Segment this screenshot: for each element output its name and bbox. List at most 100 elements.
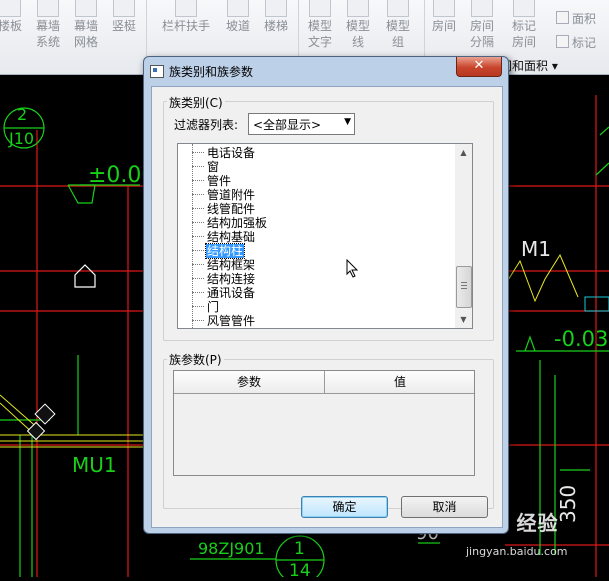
tree-connector xyxy=(192,222,204,223)
family-category-group-label: 族类别(C) xyxy=(167,94,225,111)
filter-list-dropdown[interactable]: <全部显示> ▼ xyxy=(248,113,355,135)
grid-bubble-number: 2 xyxy=(17,105,28,124)
tree-connector xyxy=(192,180,204,181)
filter-list-value: <全部显示> xyxy=(253,118,322,132)
list-item-label: 通讯设备 xyxy=(207,286,256,300)
family-category-list-viewport: 电话设备窗管件 管道附件 线管配件 结构加强板 结构基础 结构柱 结构框架 结构连接 通讯设备门… xyxy=(178,144,455,328)
mullion-icon xyxy=(113,0,135,17)
dialog-client-area: 族类别(C) 过滤器列表: <全部显示> ▼ 电话设备窗管件 管道附件 线管配件 结构… xyxy=(151,86,503,528)
tree-connector xyxy=(192,166,204,167)
ribbon-tag-room-button[interactable]: 标记 房间 xyxy=(504,0,544,50)
column-header-value[interactable]: 值 xyxy=(324,371,475,393)
list-item[interactable]: 门 xyxy=(192,300,220,314)
list-item-label: 结构加强板 xyxy=(207,216,268,230)
scrollbar-thumb[interactable] xyxy=(456,266,472,308)
watermark-url: jingyan.baidu.com xyxy=(466,545,568,558)
curtain-system-icon xyxy=(37,0,59,17)
ribbon-curtain-system-button[interactable]: 幕墙 系统 xyxy=(28,0,68,50)
cancel-button[interactable]: 取消 xyxy=(401,496,488,518)
list-item-label: 线管配件 xyxy=(207,202,256,216)
dialog-title: 族类别和族参数 xyxy=(169,65,254,79)
tree-connector xyxy=(192,278,204,279)
dimension-350: 350 xyxy=(556,484,580,523)
ribbon-floor-button[interactable]: 楼板 xyxy=(0,0,30,34)
tree-connector xyxy=(192,236,204,237)
scroll-up-arrow-icon[interactable]: ▲ xyxy=(455,144,472,161)
railing-icon xyxy=(175,0,197,17)
ribbon-model-group-button[interactable]: 模型 组 xyxy=(378,0,418,50)
grip-icon xyxy=(461,285,467,286)
list-item[interactable]: 风管管件 xyxy=(192,314,256,328)
room-icon xyxy=(433,0,455,17)
parameters-table-header: 参数 值 xyxy=(174,371,474,394)
family-category-list[interactable]: 电话设备窗管件 管道附件 线管配件 结构加强板 结构基础 结构柱 结构框架 结构连接 通讯设备门… xyxy=(177,143,473,329)
tree-connector xyxy=(192,320,204,321)
grid-bubble-ref: J10 xyxy=(9,129,35,148)
list-item-label: 窗 xyxy=(207,160,220,174)
list-item-label: 门 xyxy=(207,300,220,314)
close-icon: ✕ xyxy=(473,58,485,73)
elevation-label-right: -0.030 xyxy=(554,327,609,351)
ribbon-mullion-button[interactable]: 竖梃 xyxy=(104,0,144,34)
model-line-icon xyxy=(347,0,369,17)
list-item[interactable]: 通讯设备 xyxy=(192,286,256,300)
list-item[interactable]: 窗 xyxy=(192,160,220,174)
tree-connector xyxy=(192,292,204,293)
family-parameters-table[interactable]: 参数 值 xyxy=(173,370,475,476)
list-vertical-scrollbar[interactable]: ▲ ▼ xyxy=(455,144,472,328)
ribbon-room-button[interactable]: 房间 xyxy=(424,0,464,34)
ribbon-tag-area-button[interactable]: 标记 xyxy=(556,34,596,51)
ribbon-ramp-button[interactable]: 坡道 xyxy=(218,0,258,34)
list-item-label: 管件 xyxy=(207,174,232,188)
chevron-down-icon: ▼ xyxy=(344,117,351,127)
detail-reference-label: 98ZJ901 xyxy=(198,539,265,558)
section-bubble-number: 1 xyxy=(294,539,305,559)
ribbon-railing-button[interactable]: 栏杆扶手 xyxy=(158,0,214,34)
mouse-cursor-icon xyxy=(346,259,359,278)
tag-area-icon xyxy=(556,35,569,48)
area-icon xyxy=(556,11,569,24)
scroll-down-arrow-icon[interactable]: ▼ xyxy=(455,311,472,328)
dialog-title-bar[interactable]: 族类别和族参数 ✕ xyxy=(144,57,508,85)
list-item[interactable]: 电话设备 xyxy=(192,146,256,160)
ribbon-area-button[interactable]: 面积 xyxy=(556,10,596,27)
family-category-dialog: 族类别和族参数 ✕ 族类别(C) 过滤器列表: <全部显示> ▼ 电话设备窗管件… xyxy=(143,56,509,534)
ok-button[interactable]: 确定 xyxy=(301,496,388,518)
family-parameters-group-label: 族参数(P) xyxy=(167,351,224,368)
tree-connector xyxy=(192,208,204,209)
list-item[interactable]: 线管配件 xyxy=(192,202,256,216)
list-item-label: 风管管件 xyxy=(207,314,256,328)
stair-icon xyxy=(265,0,287,17)
tree-connector xyxy=(192,250,204,251)
room-separator-icon xyxy=(471,0,493,17)
ribbon-model-text-button[interactable]: 模型 文字 xyxy=(300,0,340,50)
curtain-grid-icon xyxy=(75,0,97,17)
door-tag-label: M1 xyxy=(521,237,551,261)
tree-connector xyxy=(192,194,204,195)
list-item[interactable]: 结构基础 xyxy=(192,230,256,244)
floor-icon xyxy=(0,0,21,17)
ribbon-curtain-grid-button[interactable]: 幕墙 网格 xyxy=(66,0,106,50)
column-header-parameter[interactable]: 参数 xyxy=(174,371,324,393)
list-item-label: 电话设备 xyxy=(207,146,256,160)
wall-type-label: MU1 xyxy=(72,453,117,477)
list-item[interactable]: 结构框架 xyxy=(192,258,256,272)
list-item[interactable]: 结构柱 xyxy=(192,243,246,259)
dialog-close-button[interactable]: ✕ xyxy=(456,57,502,77)
list-item[interactable]: 管道附件 xyxy=(192,188,256,202)
model-text-icon xyxy=(309,0,331,17)
tag-room-icon xyxy=(513,0,535,17)
dialog-window-icon xyxy=(150,65,164,78)
filter-list-label: 过滤器列表: xyxy=(174,118,239,132)
list-item-label: 管道附件 xyxy=(207,188,256,202)
grip-icon xyxy=(461,288,467,289)
model-group-icon xyxy=(387,0,409,17)
ribbon-room-separator-button[interactable]: 房间 分隔 xyxy=(462,0,502,50)
tree-connector xyxy=(192,306,204,307)
ribbon-stair-button[interactable]: 楼梯 xyxy=(256,0,296,34)
list-item[interactable]: 结构连接 xyxy=(192,272,256,286)
tree-connector xyxy=(192,152,204,153)
ribbon-model-line-button[interactable]: 模型 线 xyxy=(338,0,378,50)
list-item[interactable]: 管件 xyxy=(192,174,232,188)
list-item[interactable]: 结构加强板 xyxy=(192,216,268,230)
